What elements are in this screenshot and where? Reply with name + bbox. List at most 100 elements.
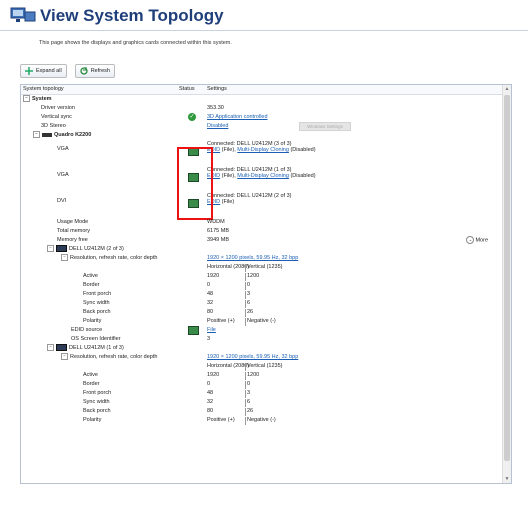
tree-row-display[interactable]: − DELL U2412M (1 of 3) — [21, 344, 502, 353]
page-header: View System Topology — [0, 0, 528, 31]
timing-h: Positive (+) — [207, 417, 235, 423]
gpu-output-row: VGA Connected: DELL U2412M (1 of 3) EDID… — [21, 167, 502, 187]
timing-v: 0 — [247, 381, 251, 387]
timing-label: Sync width — [83, 300, 110, 306]
checkmark-icon: ✓ — [188, 113, 196, 121]
expand-all-button[interactable]: Expand all — [20, 64, 67, 78]
stereo-link[interactable]: Disabled — [207, 122, 228, 131]
tree-row-gpu[interactable]: − Quadro K2200 — [21, 131, 502, 140]
timing-v: 6 — [247, 399, 251, 405]
gpu-output-row: VGA Connected: DELL U2412M (3 of 3) EDID… — [21, 141, 502, 161]
timing-v: 3 — [247, 390, 251, 396]
refresh-label: Refresh — [90, 68, 110, 74]
column-header: System topology Status Settings — [21, 85, 502, 95]
resolution-link[interactable]: 1920 × 1200 pixels, 59.95 Hz, 32 bpp — [207, 254, 298, 263]
timing-label: Border — [83, 381, 100, 387]
collapse-icon[interactable]: − — [47, 245, 54, 253]
output-label: DVI — [57, 198, 67, 204]
cloning-state: (Disabled) — [290, 173, 316, 179]
timing-label: Active — [83, 372, 98, 378]
timing-row: Back porch 80 26 — [21, 407, 502, 416]
collapse-icon[interactable]: − — [33, 131, 40, 139]
col-topology[interactable]: System topology — [23, 85, 64, 94]
timing-v: 3 — [247, 291, 251, 297]
page-description: This page shows the displays and graphic… — [39, 40, 232, 46]
timing-row: Front porch 48 3 — [21, 290, 502, 299]
edid-file: (File), — [221, 147, 236, 153]
scroll-down-icon[interactable]: ▼ — [503, 476, 511, 482]
timing-v: 6 — [247, 300, 251, 306]
collapse-icon[interactable]: − — [23, 95, 30, 103]
timing-row: Sync width 32 6 — [21, 398, 502, 407]
horizontal-header: Horizontal (2080) — [207, 264, 250, 270]
timing-h: 48 — [207, 390, 214, 396]
timing-h: 1920 — [207, 372, 220, 378]
edid-file: (File) — [221, 199, 235, 205]
col-settings[interactable]: Settings — [207, 85, 227, 94]
tree-row-display[interactable]: − DELL U2412M (2 of 3) — [21, 245, 502, 254]
timing-row: Front porch 48 3 — [21, 389, 502, 398]
output-label: VGA — [57, 172, 69, 178]
gpu-label: Quadro K2200 — [54, 132, 92, 138]
vertical-scrollbar[interactable]: ▲ ▼ — [502, 85, 511, 483]
timing-h: 0 — [207, 381, 211, 387]
timing-v: 1200 — [247, 273, 260, 279]
tree-row-os-id: OS Screen Identifier 3 — [21, 335, 502, 344]
gpu-output-row: DVI Connected: DELL U2412M (2 of 3) EDID… — [21, 193, 502, 213]
tree-row-edid-source: EDID source File — [21, 326, 502, 335]
tree-row-system[interactable]: − System — [21, 95, 502, 104]
timing-row: Back porch 80 26 — [21, 308, 502, 317]
timing-h: 80 — [207, 408, 214, 414]
topology-icon — [10, 7, 36, 22]
timing-label: Front porch — [83, 390, 112, 396]
chevron-down-icon: ⌄ — [466, 236, 475, 244]
collapse-icon[interactable]: − — [61, 353, 68, 361]
cloning-link[interactable]: Multi-Display Cloning — [237, 173, 289, 179]
vertical-header: Vertical (1235) — [247, 264, 283, 270]
col-status[interactable]: Status — [179, 85, 195, 94]
edid-source-link[interactable]: File — [207, 326, 216, 335]
collapse-icon[interactable]: − — [47, 344, 54, 352]
timing-v: 0 — [247, 282, 251, 288]
timing-row: Active 1920 1200 — [21, 272, 502, 281]
edid-file: (File), — [221, 173, 236, 179]
timing-h: Positive (+) — [207, 318, 235, 324]
timing-label: Back porch — [83, 309, 111, 315]
timing-h: 32 — [207, 300, 214, 306]
scroll-thumb[interactable] — [504, 95, 510, 461]
more-label: More — [475, 237, 488, 244]
gpu-icon — [42, 132, 52, 137]
monitor-icon — [56, 245, 67, 253]
timing-row: Border 0 0 — [21, 380, 502, 389]
tree-row-resolution: − Resolution, refresh rate, color depth 1… — [21, 254, 502, 263]
scroll-up-icon[interactable]: ▲ — [503, 86, 511, 92]
tree-row-vsync: Vertical sync ✓ 3D Application controlle… — [21, 113, 502, 122]
tree-row-driver: Driver version 353.30 — [21, 104, 502, 113]
system-label: System — [32, 96, 52, 102]
timing-row: Active 1920 1200 — [21, 371, 502, 380]
cloning-state: (Disabled) — [290, 147, 316, 153]
stereo-label: 3D Stereo — [41, 123, 66, 129]
tree-row-stereo: 3D Stereo Disabled — [21, 122, 502, 131]
resolution-label: Resolution, refresh rate, color depth — [70, 255, 158, 261]
driver-version-value: 353.30 — [207, 105, 224, 111]
timing-label: Active — [83, 273, 98, 279]
windows-settings-button[interactable]: Windows Settings — [299, 122, 351, 131]
vsync-link[interactable]: 3D Application controlled — [207, 113, 268, 122]
free-memory-label: Memory free — [57, 237, 88, 243]
usage-mode-value: WDDM — [207, 219, 225, 225]
timing-header-row: Horizontal (2080) Vertical (1235) — [21, 263, 502, 272]
tree-row-total-mem: Total memory 6175 MB — [21, 227, 502, 236]
resolution-label: Resolution, refresh rate, color depth — [70, 354, 158, 360]
resolution-link[interactable]: 1920 × 1200 pixels, 59.95 Hz, 32 bpp — [207, 353, 298, 362]
display-label: DELL U2412M (2 of 3) — [69, 246, 124, 252]
usage-mode-label: Usage Mode — [57, 219, 89, 225]
timing-h: 32 — [207, 399, 214, 405]
edid-source-label: EDID source — [71, 327, 103, 333]
display-label: DELL U2412M (1 of 3) — [69, 345, 124, 351]
highlight-box — [177, 147, 213, 220]
timing-label: Front porch — [83, 291, 112, 297]
cloning-link[interactable]: Multi-Display Cloning — [237, 147, 289, 153]
refresh-button[interactable]: Refresh — [74, 64, 115, 78]
collapse-icon[interactable]: − — [61, 254, 68, 262]
